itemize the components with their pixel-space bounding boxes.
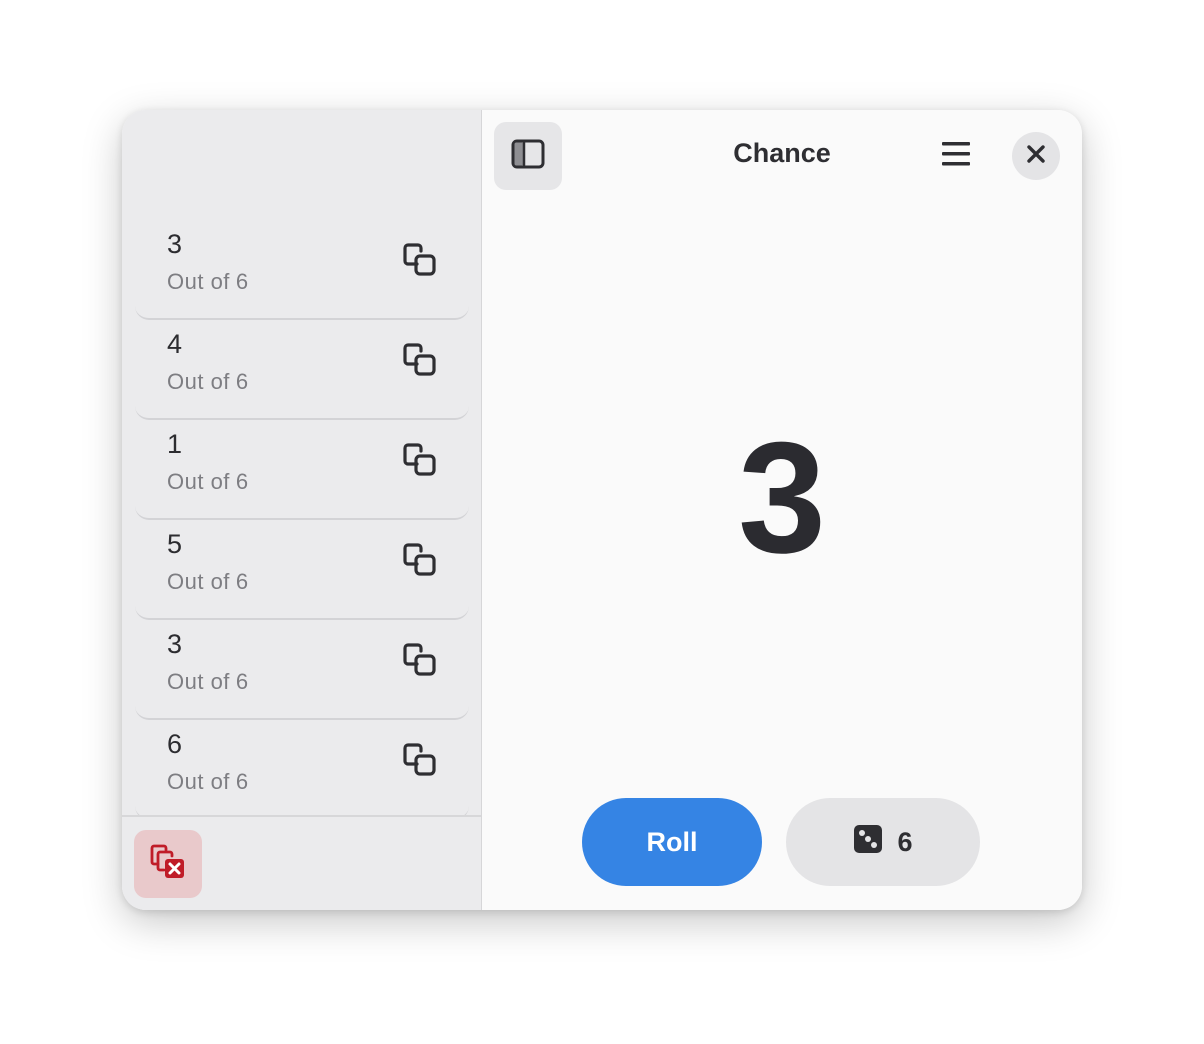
out-of-label: Out of — [167, 569, 230, 594]
history-sidebar: 3 Out of 6 4 Out of 6 1 Out of 6 5 Out o… — [122, 110, 482, 910]
clear-history-button[interactable] — [134, 830, 202, 898]
main-content: Chance 3 Roll 6 — [482, 110, 1082, 910]
out-of-max: 6 — [235, 769, 249, 794]
out-of-max: 6 — [235, 369, 249, 394]
copy-icon[interactable] — [403, 643, 439, 679]
roll-out-of: Out of 6 — [167, 469, 249, 495]
roll-value: 3 — [167, 629, 183, 659]
roll-value: 4 — [167, 329, 183, 359]
history-row: 5 Out of 6 — [135, 520, 469, 620]
out-of-max: 6 — [235, 469, 249, 494]
out-of-max: 6 — [235, 569, 249, 594]
out-of-label: Out of — [167, 269, 230, 294]
history-row: 3 Out of 6 — [135, 620, 469, 720]
close-icon — [1027, 144, 1045, 168]
dice-sides-button[interactable]: 6 — [786, 798, 980, 886]
dice-sides-value: 6 — [897, 826, 913, 857]
history-row: 6 Out of 6 — [135, 720, 469, 820]
roll-value: 1 — [167, 429, 183, 459]
window-title: Chance — [733, 138, 831, 168]
roll-value: 6 — [167, 729, 183, 759]
clear-history-icon — [150, 844, 186, 885]
copy-icon[interactable] — [403, 243, 439, 279]
roll-value: 5 — [167, 529, 183, 559]
sidebar-footer — [122, 815, 481, 910]
out-of-label: Out of — [167, 469, 230, 494]
copy-icon[interactable] — [403, 443, 439, 479]
out-of-label: Out of — [167, 769, 230, 794]
out-of-label: Out of — [167, 369, 230, 394]
close-button[interactable] — [1012, 132, 1060, 180]
roll-out-of: Out of 6 — [167, 769, 249, 795]
dice-icon — [853, 824, 883, 861]
out-of-label: Out of — [167, 669, 230, 694]
history-row: 1 Out of 6 — [135, 420, 469, 520]
roll-out-of: Out of 6 — [167, 569, 249, 595]
history-row: 3 Out of 6 — [135, 220, 469, 320]
roll-button[interactable]: Roll — [582, 798, 762, 886]
roll-out-of: Out of 6 — [167, 669, 249, 695]
history-list: 3 Out of 6 4 Out of 6 1 Out of 6 5 Out o… — [135, 220, 469, 820]
roll-value: 3 — [167, 229, 183, 259]
app-window: 3 Out of 6 4 Out of 6 1 Out of 6 5 Out o… — [122, 110, 1082, 910]
sidebar-toggle-button[interactable] — [494, 122, 562, 190]
hamburger-menu-icon — [941, 141, 971, 172]
history-row: 4 Out of 6 — [135, 320, 469, 420]
roll-result: 3 — [738, 410, 826, 586]
sidebar-toggle-icon — [511, 139, 545, 174]
out-of-max: 6 — [235, 669, 249, 694]
copy-icon[interactable] — [403, 543, 439, 579]
copy-icon[interactable] — [403, 743, 439, 779]
roll-out-of: Out of 6 — [167, 269, 249, 295]
roll-out-of: Out of 6 — [167, 369, 249, 395]
main-menu-button[interactable] — [930, 134, 982, 178]
copy-icon[interactable] — [403, 343, 439, 379]
out-of-max: 6 — [235, 269, 249, 294]
